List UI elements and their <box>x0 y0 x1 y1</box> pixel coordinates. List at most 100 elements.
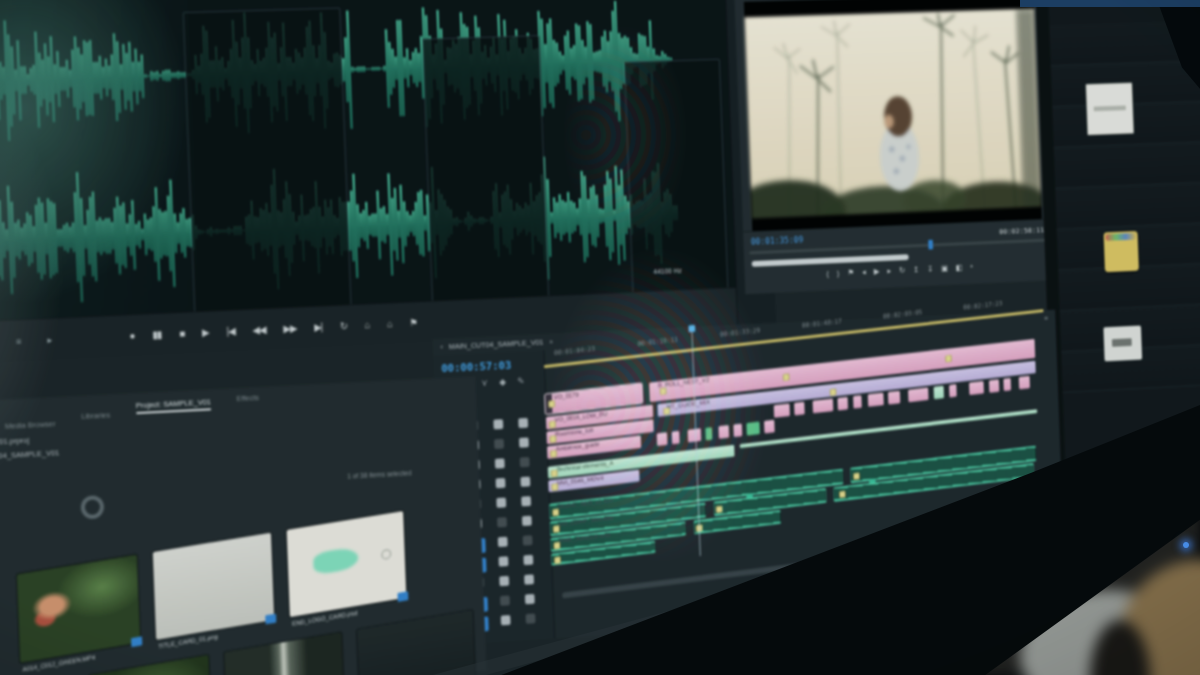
fast-forward-icon[interactable]: ▶▶ <box>283 323 297 335</box>
loop-icon[interactable]: ↻ <box>899 266 905 275</box>
mark-in-icon[interactable]: { <box>826 269 829 278</box>
timeline-clip[interactable] <box>1004 378 1012 391</box>
mark-out-icon[interactable]: } <box>837 269 840 278</box>
add-marker-icon[interactable]: ⚑ <box>847 268 854 277</box>
timeline-tab[interactable]: MAIN_CUT04_SAMPLE_V01 <box>449 338 544 351</box>
waveform-bar <box>375 67 377 71</box>
skip-back-icon[interactable]: ⌂ <box>364 320 369 331</box>
media-thumbnail[interactable]: END_LOGO_CARD.psd <box>287 511 407 617</box>
media-thumbnail[interactable]: A014_C012_GREEN.MP4 <box>17 555 140 663</box>
marker-icon[interactable]: ◆ <box>497 377 509 388</box>
timeline-clip[interactable] <box>1018 376 1029 390</box>
track-toggle-button[interactable] <box>499 576 509 586</box>
fx-badge-icon <box>839 491 846 499</box>
track-toggle-button[interactable] <box>501 615 511 625</box>
media-thumbnail[interactable] <box>224 632 345 675</box>
fx-badge-icon <box>830 388 837 395</box>
timeline-clip[interactable] <box>908 387 929 402</box>
lift-icon[interactable]: ↥ <box>913 265 919 274</box>
panel-menu-icon[interactable]: ≡ <box>16 336 22 346</box>
track-toggle-button[interactable] <box>523 535 533 545</box>
media-thumbnail[interactable]: TITLE_CARD_01.png <box>153 533 275 640</box>
zoom-slider-knob[interactable] <box>85 499 101 515</box>
timeline-clip[interactable] <box>934 386 944 400</box>
play-icon[interactable]: ▶ <box>202 327 209 338</box>
step-back-icon[interactable]: ◂ <box>862 268 866 277</box>
track-toggle-button[interactable] <box>526 613 536 623</box>
project-tab-media-browser[interactable]: Media Browser <box>5 419 56 435</box>
sticky-note-icon[interactable] <box>1104 231 1139 272</box>
scrubber-playhead[interactable] <box>929 240 934 250</box>
back-chevron-icon[interactable]: ‹ <box>440 342 443 351</box>
timeline-clip[interactable] <box>774 404 790 418</box>
go-to-end-icon[interactable]: ▶| <box>314 322 323 333</box>
play-icon[interactable]: ▶ <box>874 267 880 276</box>
mini-play-icon[interactable]: ▸ <box>47 334 52 345</box>
usage-badge <box>265 614 276 625</box>
pause-icon[interactable]: ▮▮ <box>152 329 161 340</box>
list-row[interactable] <box>1054 140 1200 189</box>
rewind-icon[interactable]: ◀◀ <box>252 325 266 337</box>
audio-clip-box[interactable] <box>183 8 352 314</box>
track-toggle-button[interactable] <box>523 555 533 565</box>
project-tab-effects[interactable]: Effects <box>236 393 259 407</box>
project-tab-project-sample-v-[interactable]: Project: SAMPLE_V01 <box>136 397 211 414</box>
timeline-clip[interactable] <box>868 393 884 407</box>
waveform-bar <box>369 68 371 71</box>
go-to-start-icon[interactable]: |◀ <box>226 326 235 337</box>
timeline-clip[interactable] <box>838 397 849 411</box>
track-toggle-button[interactable] <box>496 478 506 488</box>
project-tab-libraries[interactable]: Libraries <box>81 410 110 424</box>
track-toggle-button[interactable] <box>518 418 528 428</box>
track-toggle-button[interactable] <box>520 457 530 467</box>
card-text-smudge <box>1094 105 1126 111</box>
audio-clip-box[interactable] <box>422 35 549 302</box>
track-toggle-button[interactable] <box>497 517 507 527</box>
ruler-timecode-label: 00:01:48:17 <box>802 317 842 329</box>
program-video-area[interactable] <box>744 0 1042 232</box>
timeline-timecode[interactable]: 00:00:57:03 <box>441 357 544 375</box>
media-thumbnail[interactable] <box>357 610 476 675</box>
timeline-clip[interactable] <box>969 381 984 395</box>
track-toggle-button[interactable] <box>521 496 531 506</box>
track-toggle-button[interactable] <box>520 477 530 487</box>
timeline-clip[interactable] <box>888 391 900 405</box>
timeline-clip[interactable] <box>853 395 862 408</box>
track-toggle-button[interactable] <box>499 556 509 566</box>
program-duration: 00:02:58:11 <box>999 225 1044 235</box>
label-card[interactable] <box>1103 326 1142 362</box>
usage-badge <box>397 591 408 602</box>
step-forward-icon[interactable]: ▸ <box>887 267 891 276</box>
list-row[interactable] <box>1055 180 1200 229</box>
timeline-clip[interactable] <box>812 399 833 414</box>
track-toggle-button[interactable] <box>522 516 532 526</box>
skip-forward-icon[interactable]: ⌂ <box>387 319 392 330</box>
track-toggle-button[interactable] <box>495 458 505 468</box>
track-toggle-button[interactable] <box>493 419 503 429</box>
extract-icon[interactable]: ↧ <box>927 265 933 274</box>
moire-artifact <box>560 20 690 250</box>
moire-artifact <box>545 240 775 570</box>
compare-icon[interactable]: ◧ <box>956 263 963 272</box>
track-toggle-button[interactable] <box>496 498 506 508</box>
timeline-clip[interactable] <box>989 379 999 393</box>
settings-icon[interactable]: * <box>970 263 973 272</box>
track-toggle-button[interactable] <box>519 437 529 447</box>
track-toggle-button[interactable] <box>500 595 510 605</box>
track-toggle-button[interactable] <box>498 537 508 547</box>
waveform-bar <box>351 67 353 73</box>
add-marker-icon[interactable]: ⚑ <box>409 318 417 329</box>
linked-selection-icon[interactable]: ⋎ <box>478 378 490 389</box>
track-toggle-button[interactable] <box>494 439 504 449</box>
stop-icon[interactable]: ■ <box>179 328 184 339</box>
export-frame-icon[interactable]: ▣ <box>941 264 948 273</box>
timeline-clip[interactable] <box>949 384 957 397</box>
track-toggle-button[interactable] <box>524 574 534 584</box>
timeline-clip[interactable] <box>795 402 806 416</box>
clip-thumbnail-card[interactable] <box>1086 82 1134 135</box>
loop-icon[interactable]: ↻ <box>340 321 348 332</box>
record-icon[interactable]: ● <box>129 331 134 342</box>
track-toggle-button[interactable] <box>525 594 535 604</box>
pen-icon[interactable]: ✎ <box>515 376 527 387</box>
zoom-scrollbar[interactable] <box>752 254 909 267</box>
